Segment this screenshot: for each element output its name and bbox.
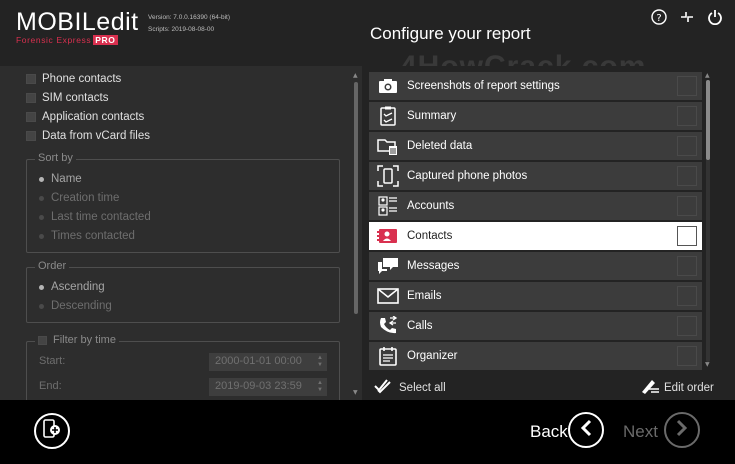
scroll-down-icon[interactable]: ▼ [705,361,710,368]
section-checkbox[interactable] [677,286,697,306]
checkbox[interactable] [38,335,47,345]
source-phone-contacts[interactable]: Phone contacts [26,73,121,85]
double-check-icon [374,378,392,397]
chevron-left-icon [579,419,593,441]
sort-name-radio[interactable]: Name [39,173,82,185]
end-label: End: [39,380,62,392]
header-bar: MOBILedit Forensic Express PRO Version: 7… [0,0,735,83]
logo-sub-text: Forensic Express PRO [16,35,118,45]
section-captured-phone-photos[interactable]: Captured phone photos [369,162,702,190]
help-icon[interactable]: ? [650,8,668,26]
svg-text:?: ? [656,13,661,24]
filter-by-time-legend[interactable]: Filter by time [35,334,119,346]
scroll-down-icon[interactable]: ▼ [353,389,358,396]
order-ascending-radio[interactable]: Ascending [39,281,105,293]
sort-times-contacted-radio[interactable]: Times contacted [39,230,135,242]
end-date-input[interactable]: 2019-09-03 23:59 ▲ ▼ [209,378,327,396]
filter-by-time-group: Filter by time Start: 2000-01-01 00:00 ▲ ▼… [26,334,340,403]
contacts-icon [377,225,399,247]
logo-main-text: MOBILedit [16,8,139,36]
section-deleted-data[interactable]: Deleted data [369,132,702,160]
section-calls[interactable]: Calls [369,312,702,340]
checkbox[interactable] [26,93,36,103]
section-organizer[interactable]: Organizer [369,342,702,370]
section-checkbox[interactable] [677,346,697,366]
section-checkbox[interactable] [677,256,697,276]
edit-order-button[interactable]: Edit order [640,378,714,397]
edit-order-icon [640,378,660,397]
power-icon[interactable] [706,8,724,26]
camera-icon [377,75,399,97]
organizer-icon [377,345,399,367]
version-text: Version: 7.0.0.16390 (64-bit) [148,14,231,21]
sort-by-group: Sort by Name Creation time Last time con… [26,152,340,253]
section-checkbox[interactable] [677,226,697,246]
add-phone-icon [42,419,62,443]
sort-last-contacted-radio[interactable]: Last time contacted [39,211,151,223]
section-checkbox[interactable] [677,76,697,96]
accounts-icon [377,195,399,217]
sort-creation-time-radio[interactable]: Creation time [39,192,119,204]
scroll-up-icon[interactable]: ▲ [705,72,710,79]
section-messages[interactable]: Messages [369,252,702,280]
page-title: Configure your report [370,24,531,43]
order-descending-radio[interactable]: Descending [39,300,112,312]
deleted-data-icon [377,135,399,157]
app-logo: MOBILedit Forensic Express PRO [16,8,139,45]
next-label[interactable]: Next [623,422,658,442]
checkbox[interactable] [26,74,36,84]
start-date-input[interactable]: 2000-01-01 00:00 ▲ ▼ [209,353,327,371]
source-sim-contacts[interactable]: SIM contacts [26,92,108,104]
back-button[interactable] [568,412,604,448]
back-label[interactable]: Back [530,422,568,442]
order-legend: Order [35,260,70,272]
left-scrollbar-thumb[interactable] [354,82,358,314]
section-screenshots[interactable]: Screenshots of report settings [369,72,702,100]
pro-badge: PRO [93,35,118,45]
source-vcard-files[interactable]: Data from vCard files [26,130,150,142]
scroll-up-icon[interactable]: ▲ [353,72,358,79]
section-emails[interactable]: Emails [369,282,702,310]
order-group: Order Ascending Descending [26,260,340,323]
sort-by-legend: Sort by [35,152,76,164]
spinner-icon[interactable]: ▲ ▼ [317,355,323,369]
section-checkbox[interactable] [677,166,697,186]
scripts-text: Scripts: 2019-08-08-00 [148,26,215,33]
start-label: Start: [39,355,66,367]
section-accounts[interactable]: Accounts [369,192,702,220]
section-summary[interactable]: Summary [369,102,702,130]
section-checkbox[interactable] [677,196,697,216]
spinner-icon[interactable]: ▲ ▼ [317,380,323,394]
calls-icon [377,315,399,337]
section-checkbox[interactable] [677,316,697,336]
checkbox[interactable] [26,131,36,141]
checkbox[interactable] [26,112,36,122]
section-checkbox[interactable] [677,106,697,126]
chevron-right-icon [675,419,689,441]
right-scrollbar-thumb[interactable] [706,80,710,160]
contacts-options-panel: Phone contacts SIM contacts Application … [0,66,352,403]
emails-icon [377,285,399,307]
version-info: Version: 7.0.0.16390 (64-bit) Scripts: 2… [148,12,230,36]
phone-photo-icon [377,165,399,187]
next-button[interactable] [664,412,700,448]
summary-icon [377,105,399,127]
add-device-button[interactable] [34,413,70,449]
source-application-contacts[interactable]: Application contacts [26,111,144,123]
messages-icon [377,255,399,277]
select-all-button[interactable]: Select all [374,378,446,397]
section-checkbox[interactable] [677,136,697,156]
section-contacts[interactable]: Contacts [369,222,702,250]
minimize-icon[interactable] [678,8,696,26]
